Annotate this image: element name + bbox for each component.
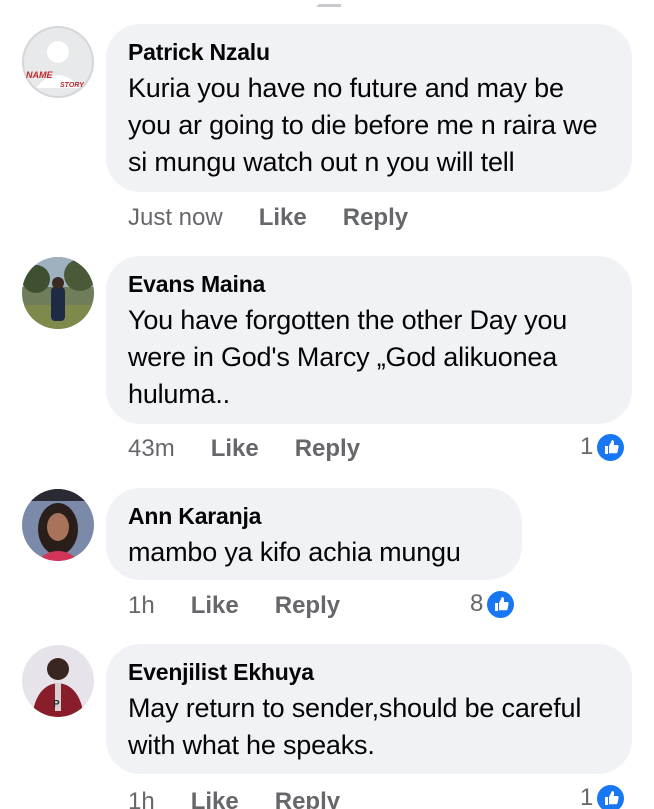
previous-item-edge	[316, 0, 341, 7]
comment-bubble: Evans Maina You have forgotten the other…	[106, 256, 632, 424]
reply-button[interactable]: Reply	[295, 435, 360, 463]
thumbs-up-icon	[597, 784, 625, 809]
reaction-summary[interactable]: 1	[580, 433, 625, 461]
avatar[interactable]	[22, 257, 94, 329]
avatar-logo-text: NAME	[26, 70, 53, 80]
reply-button[interactable]: Reply	[275, 788, 340, 809]
avatar[interactable]: P	[22, 645, 94, 717]
reaction-count: 1	[580, 433, 594, 460]
avatar-logo-text: STORY	[60, 82, 85, 89]
reply-button[interactable]: Reply	[275, 592, 340, 620]
reaction-count: 1	[580, 784, 594, 809]
comment-time[interactable]: 43m	[128, 435, 175, 463]
commenter-name[interactable]: Evans Maina	[128, 270, 610, 298]
comment-time[interactable]: Just now	[128, 204, 223, 232]
svg-text:P: P	[53, 699, 60, 710]
comment-bubble: Evenjilist Ekhuya May return to sender,s…	[106, 644, 632, 774]
reply-button[interactable]: Reply	[343, 204, 408, 232]
commenter-name[interactable]: Patrick Nzalu	[128, 38, 610, 66]
like-button[interactable]: Like	[211, 435, 259, 463]
avatar[interactable]: NAME STORY	[22, 26, 94, 98]
like-button[interactable]: Like	[191, 788, 239, 809]
commenter-name[interactable]: Evenjilist Ekhuya	[128, 658, 610, 686]
comment-time[interactable]: 1h	[128, 592, 155, 620]
avatar[interactable]	[22, 489, 94, 561]
like-button[interactable]: Like	[259, 204, 307, 232]
reaction-summary[interactable]: 8	[470, 590, 515, 618]
comment-time[interactable]: 1h	[128, 788, 155, 809]
comment-text: You have forgotten the other Day you wer…	[128, 305, 568, 409]
comments-page: NAME STORY Patrick Nzalu Kuria you have …	[0, 0, 654, 809]
reaction-count: 8	[470, 590, 484, 617]
comment-actions: 1h Like Reply	[128, 788, 376, 809]
comment-actions: Just now Like Reply	[128, 204, 444, 232]
like-button[interactable]: Like	[191, 592, 239, 620]
comment-bubble: Ann Karanja mambo ya kifo achia mungu	[106, 488, 522, 580]
thumbs-up-icon	[487, 590, 515, 618]
reaction-summary[interactable]: 1	[580, 784, 625, 809]
comment-text: mambo ya kifo achia mungu	[128, 537, 461, 567]
commenter-name[interactable]: Ann Karanja	[128, 502, 500, 530]
thumbs-up-icon	[597, 433, 625, 461]
comment-text: May return to sender,should be careful w…	[128, 693, 582, 760]
comment-bubble: Patrick Nzalu Kuria you have no future a…	[106, 24, 632, 192]
comment-text: Kuria you have no future and may be you …	[128, 73, 598, 177]
comment-actions: 1h Like Reply	[128, 592, 376, 620]
comment-actions: 43m Like Reply	[128, 435, 396, 463]
